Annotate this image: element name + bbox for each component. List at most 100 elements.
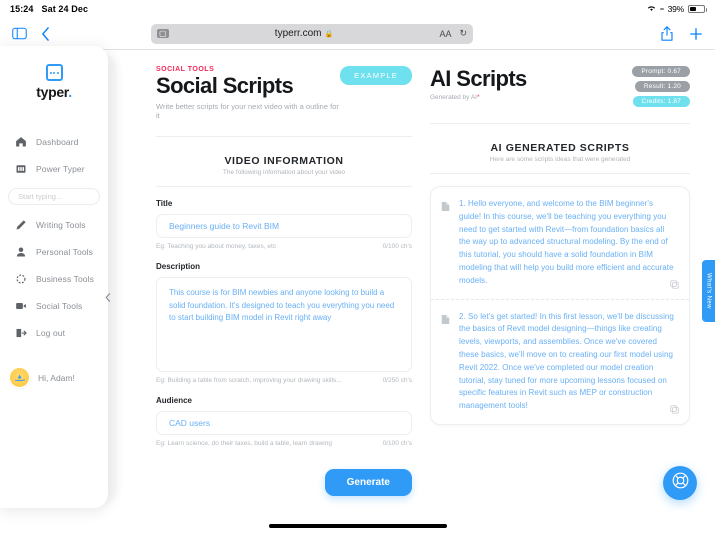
sidebar-nav: Dashboard Power Typer Writing Tools: [0, 128, 108, 346]
help-button[interactable]: [663, 466, 697, 500]
sidebar-item-log-out[interactable]: Log out: [0, 319, 108, 346]
status-bar-left: 15:24 Sat 24 Dec: [10, 4, 88, 14]
credit-badges: Prompt: 0.67 Result: 1.20 Credits: 1.87: [632, 66, 690, 107]
right-divider-top: [430, 123, 690, 124]
sidebar-item-dashboard[interactable]: Dashboard: [0, 128, 108, 155]
browser-toolbar: ellipsis-icon ▢ typerr.com 🔒 AA ↻: [0, 18, 715, 50]
ios-status-bar: 15:24 Sat 24 Dec 39%: [0, 0, 715, 18]
sidebar-item-social-tools[interactable]: Social Tools: [0, 292, 108, 319]
sidebar-item-business-tools[interactable]: Business Tools: [0, 265, 108, 292]
title-field-box[interactable]: [156, 214, 412, 239]
sidebar-collapse-button[interactable]: [102, 282, 114, 312]
whats-new-tab[interactable]: What's New: [702, 260, 715, 322]
sidebar-item-personal-tools[interactable]: Personal Tools: [0, 238, 108, 265]
audience-field-box[interactable]: [156, 411, 412, 436]
list-item[interactable]: 2. So let's get started! In this first l…: [431, 298, 689, 424]
title-input[interactable]: [169, 221, 399, 232]
avatar: [10, 368, 29, 387]
audience-field-label: Audience: [156, 396, 193, 406]
description-field-box[interactable]: [156, 277, 412, 373]
ai-scripts-panel: AI Scripts Generated by AI* Prompt: 0.67…: [430, 66, 690, 536]
social-scripts-titles: SOCIAL TOOLS Social Scripts Write better…: [156, 66, 340, 120]
copy-icon[interactable]: [670, 279, 679, 291]
ai-subtitle-text: Generated by AI: [430, 94, 477, 102]
status-bar-date: Sat 24 Dec: [41, 4, 89, 14]
logout-icon: [14, 326, 27, 339]
title-hint-row: Eg: Teaching you about money, taxes, etc…: [156, 243, 412, 250]
audience-hint-row: Eg: Learn science, do their taxes, build…: [156, 440, 412, 447]
audience-counter: 0/100 ch's: [382, 440, 412, 448]
list-item-text: 2. So let's get started! In this first l…: [459, 311, 674, 411]
bank-icon: [14, 162, 27, 175]
social-scripts-panel: SOCIAL TOOLS Social Scripts Write better…: [156, 66, 412, 536]
sidebar-item-label: Personal Tools: [36, 246, 93, 257]
ai-section-title: AI GENERATED SCRIPTS: [490, 142, 630, 154]
audience-input[interactable]: [169, 418, 399, 429]
copy-icon[interactable]: [670, 405, 679, 416]
left-divider-top: [156, 136, 412, 138]
reader-view-icon[interactable]: ▢: [157, 29, 169, 38]
video-information-header: VIDEO INFORMATION The following informat…: [156, 155, 412, 176]
sidebar-search[interactable]: [8, 188, 100, 205]
list-item-text: 1. Hello everyone, and welcome to the BI…: [459, 199, 674, 285]
typer-logo-icon: [45, 64, 63, 81]
ai-panel-subtitle: Generated by AI*: [430, 94, 527, 101]
sidebar-item-writing-tools[interactable]: Writing Tools: [0, 211, 108, 238]
document-icon: [441, 199, 450, 288]
sidebar-item-label: Dashboard: [36, 136, 79, 147]
app-logo-dot: .: [68, 84, 72, 100]
ai-results-list: 1. Hello everyone, and welcome to the BI…: [430, 186, 690, 425]
app-logo[interactable]: typer.: [0, 64, 108, 100]
sidebar-item-power-typer[interactable]: Power Typer: [0, 155, 108, 182]
toolbar-right-actions: [661, 26, 703, 41]
collapse-chevron-icon: [105, 292, 111, 302]
sidebar-item-label: Writing Tools: [36, 219, 86, 230]
plus-icon[interactable]: [689, 27, 703, 41]
example-button[interactable]: EXAMPLE: [340, 66, 412, 85]
ai-scripts-titles: AI Scripts Generated by AI*: [430, 66, 527, 101]
section-subtitle: The following information about your vid…: [222, 169, 346, 177]
lock-icon: 🔒: [324, 30, 334, 38]
title-field-label: Title: [156, 199, 173, 209]
app-logo-word: typer: [36, 84, 69, 100]
home-icon: [14, 135, 27, 148]
text-size-button[interactable]: AA: [439, 29, 451, 39]
person-icon: [14, 245, 27, 258]
right-divider: [430, 173, 690, 174]
description-hint: Eg: Building a table from scratch, impro…: [156, 377, 342, 385]
list-item[interactable]: 1. Hello everyone, and welcome to the BI…: [431, 187, 689, 299]
page-title: Social Scripts: [156, 73, 294, 98]
sidebar-toggle-icon[interactable]: [12, 27, 27, 40]
battery-icon: [688, 5, 707, 13]
back-chevron-icon[interactable]: [41, 26, 50, 41]
sidebar-user[interactable]: Hi, Adam!: [0, 368, 108, 387]
ai-section-subtitle: Here are some scripts ideas that were ge…: [489, 156, 631, 163]
ai-generated-header: AI GENERATED SCRIPTS Here are some scrip…: [430, 142, 690, 163]
lifebuoy-icon: [671, 471, 690, 495]
share-icon[interactable]: [661, 26, 673, 41]
required-marker: *: [476, 94, 480, 102]
search-input[interactable]: [18, 192, 90, 201]
description-hint-row: Eg: Building a table from scratch, impro…: [156, 377, 412, 384]
status-badge: Result: 1.20: [634, 81, 690, 92]
ai-scripts-header: AI Scripts Generated by AI* Prompt: 0.67…: [430, 66, 690, 107]
status-badge: Credits: 1.87: [632, 96, 690, 107]
battery-charging-badge: [659, 8, 664, 10]
video-icon: [14, 299, 27, 312]
panel-eyebrow: SOCIAL TOOLS: [156, 66, 215, 73]
user-greeting: Hi, Adam!: [38, 372, 75, 383]
address-bar[interactable]: ellipsis-icon ▢ typerr.com 🔒 AA ↻: [151, 23, 473, 44]
app-logo-text: typer.: [36, 84, 72, 100]
description-field-label: Description: [156, 262, 201, 272]
status-bar-time: 15:24: [10, 4, 34, 14]
sidebar-item-label: Power Typer: [36, 163, 85, 174]
generate-button[interactable]: Generate: [324, 469, 412, 497]
reload-icon[interactable]: ↻: [459, 28, 467, 39]
whats-new-label: What's New: [705, 273, 712, 309]
app-sidebar: typer. Dashboard Power Typer Start typin…: [0, 46, 108, 508]
generate-row: Generate: [156, 469, 412, 497]
address-bar-url-wrap: typerr.com 🔒: [169, 28, 440, 39]
social-scripts-header: SOCIAL TOOLS Social Scripts Write better…: [156, 66, 412, 120]
document-icon: [441, 312, 450, 413]
description-textarea[interactable]: [169, 287, 399, 363]
